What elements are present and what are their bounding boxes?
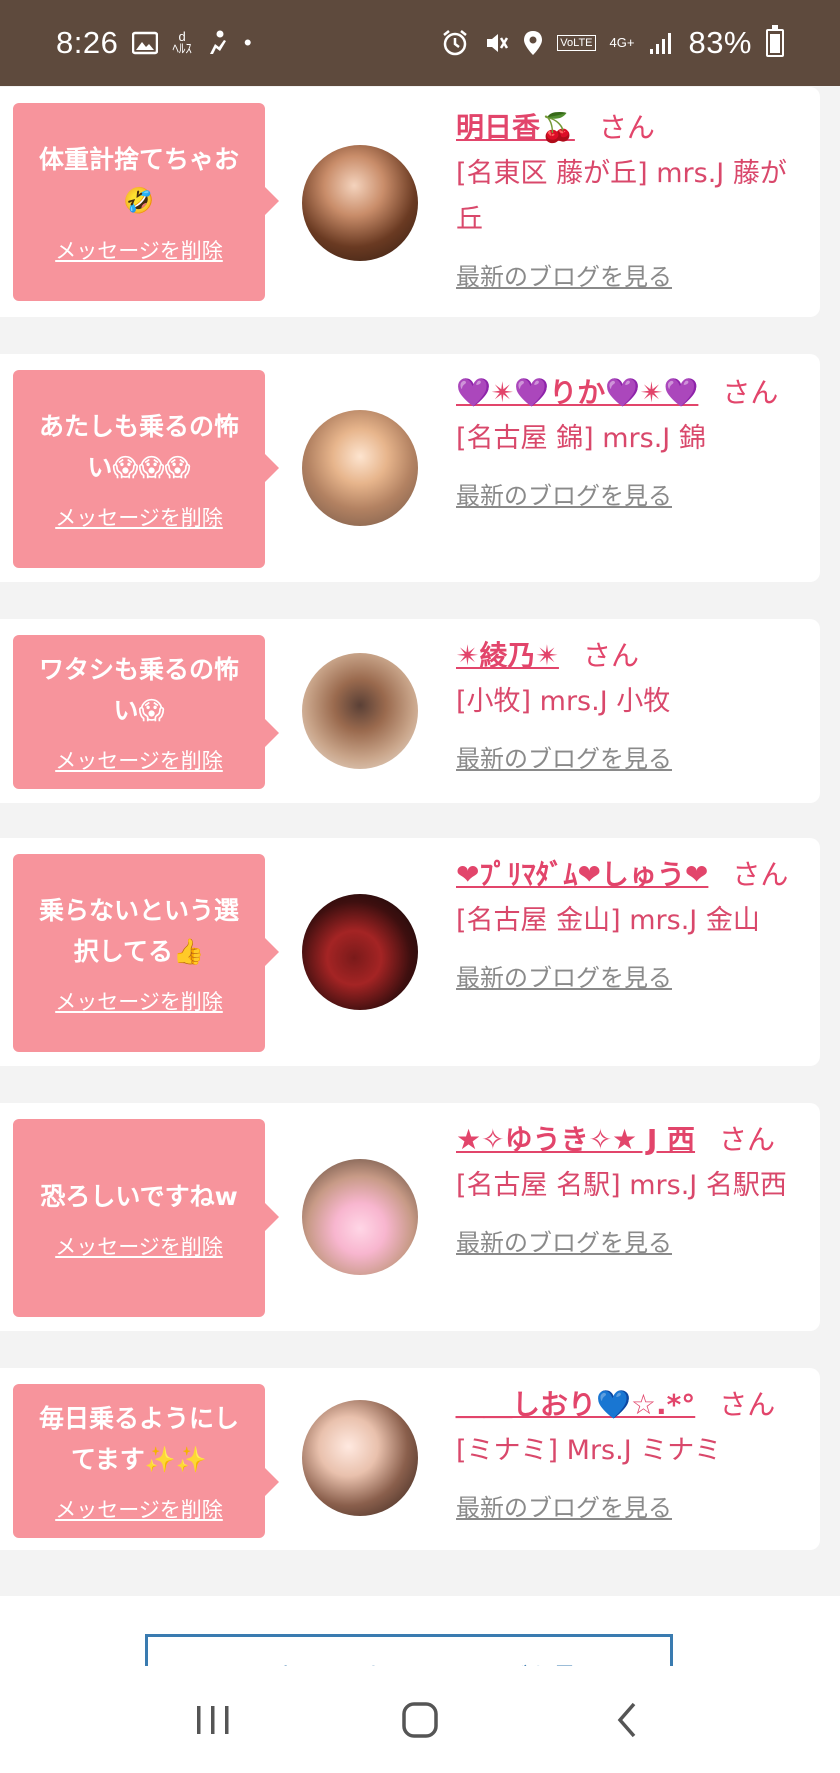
avatar[interactable] (302, 653, 418, 769)
notification-dot-icon: • (243, 30, 252, 55)
shop-label: [名古屋 名駅] mrs.J 名駅西 (456, 1170, 787, 1201)
status-bar-left: 8:26 d ﾍﾙｽ • (56, 25, 252, 61)
vibrate-mute-icon (483, 30, 509, 56)
honorific: さん (719, 1388, 776, 1421)
avatar[interactable] (302, 410, 418, 526)
shop-label: [名古屋 金山] mrs.J 金山 (456, 905, 760, 936)
alarm-icon (441, 29, 469, 57)
avatar[interactable] (302, 1159, 418, 1275)
profile-name-link[interactable]: ★✧ゆうき✧★ J 西 (456, 1123, 695, 1156)
profile-info: ❤ﾌﾟﾘﾏﾀﾞﾑ❤しゅう❤ さん [名古屋 金山] mrs.J 金山 最新のブログ… (456, 852, 808, 993)
list-item: 乗らないという選択してる👍 メッセージを削除 ❤ﾌﾟﾘﾏﾀﾞﾑ❤しゅう❤ さん [… (0, 838, 820, 1066)
message-text: あたしも乗るの怖い😱😱😱 (38, 412, 239, 482)
profile-name-link[interactable]: ✴綾乃✴ (456, 639, 559, 672)
honorific: さん (582, 639, 639, 672)
battery-icon (766, 25, 784, 57)
list-item: 体重計捨てちゃお🤣 メッセージを削除 明日香🍒 さん [名東区 藤が丘] mrs.… (0, 87, 820, 317)
honorific: さん (732, 858, 789, 891)
honorific: さん (722, 376, 779, 409)
volte-icon: VoLTE (557, 35, 596, 51)
avatar[interactable] (302, 894, 418, 1010)
profile-name-link[interactable]: 明日香🍒 (456, 111, 575, 144)
blog-link[interactable]: 最新のブログを見る (456, 958, 808, 993)
avatar[interactable] (302, 1400, 418, 1516)
delete-message-link[interactable]: メッセージを削除 (55, 235, 223, 265)
message-bubble: ワタシも乗るの怖い😱 メッセージを削除 (13, 635, 279, 789)
message-text: 体重計捨てちゃお🤣 (38, 145, 239, 215)
delete-message-link[interactable]: メッセージを削除 (55, 1231, 223, 1261)
blog-link[interactable]: 最新のブログを見る (456, 1488, 808, 1523)
message-list: 体重計捨てちゃお🤣 メッセージを削除 明日香🍒 さん [名東区 藤が丘] mrs.… (0, 86, 840, 1666)
profile-name-link[interactable]: ＿＿しおり💙☆.*° (456, 1388, 695, 1421)
status-bar: 8:26 d ﾍﾙｽ • VoLTE 4G+ 83% (0, 0, 840, 86)
profile-name-link[interactable]: 💜✴💜りか💜✴💜 (456, 376, 698, 409)
delete-message-link[interactable]: メッセージを削除 (55, 502, 223, 532)
message-bubble: 乗らないという選択してる👍 メッセージを削除 (13, 854, 279, 1052)
battery-percent: 83% (688, 25, 752, 60)
shop-label: [ミナミ] Mrs.J ミナミ (456, 1435, 722, 1466)
home-icon[interactable] (390, 1690, 450, 1750)
honorific: さん (719, 1123, 776, 1156)
recent-apps-icon[interactable] (183, 1690, 243, 1750)
clock: 8:26 (56, 25, 119, 60)
fitness-icon (206, 30, 230, 56)
signal-icon (648, 31, 674, 55)
profile-info: ★✧ゆうき✧★ J 西さん [名古屋 名駅] mrs.J 名駅西 最新のブログを… (456, 1117, 808, 1258)
message-bubble: あたしも乗るの怖い😱😱😱 メッセージを削除 (13, 370, 279, 568)
profile-info: ✴綾乃✴ さん [小牧] mrs.J 小牧 最新のブログを見る (456, 633, 808, 774)
location-icon (523, 30, 543, 56)
shop-label: [名東区 藤が丘] mrs.J 藤が丘 (456, 158, 787, 235)
blog-link[interactable]: 最新のブログを見る (456, 1223, 808, 1258)
d-app-icon: d ﾍﾙｽ (172, 29, 192, 56)
message-bubble: 体重計捨てちゃお🤣 メッセージを削除 (13, 103, 279, 301)
avatar[interactable] (302, 145, 418, 261)
message-bubble: 毎日乗るようにしてます✨✨ メッセージを削除 (13, 1384, 279, 1538)
profile-info: 💜✴💜りか💜✴💜 さん [名古屋 錦] mrs.J 錦 最新のブログを見る (456, 370, 808, 511)
blog-link[interactable]: 最新のブログを見る (456, 257, 808, 292)
honorific: さん (598, 111, 655, 144)
message-bubble: 恐ろしいですねw メッセージを削除 (13, 1119, 279, 1317)
list-item: あたしも乗るの怖い😱😱😱 メッセージを削除 💜✴💜りか💜✴💜 さん [名古屋 錦]… (0, 354, 820, 582)
shop-label: [小牧] mrs.J 小牧 (456, 686, 671, 717)
back-icon[interactable] (597, 1690, 657, 1750)
message-text: 恐ろしいですねw (40, 1181, 238, 1211)
ranking-button[interactable]: スーパーイイネのランキングを見る (145, 1634, 673, 1666)
list-item: 毎日乗るようにしてます✨✨ メッセージを削除 ＿＿しおり💙☆.*° さん [ミナミ… (0, 1368, 820, 1550)
blog-link[interactable]: 最新のブログを見る (456, 476, 808, 511)
list-item: ワタシも乗るの怖い😱 メッセージを削除 ✴綾乃✴ さん [小牧] mrs.J 小牧… (0, 619, 820, 803)
message-text: 乗らないという選択してる👍 (38, 896, 239, 966)
delete-message-link[interactable]: メッセージを削除 (55, 745, 223, 775)
profile-info: 明日香🍒 さん [名東区 藤が丘] mrs.J 藤が丘 最新のブログを見る (456, 105, 808, 292)
network-type-icon: 4G+ (609, 35, 635, 50)
blog-link[interactable]: 最新のブログを見る (456, 739, 808, 774)
profile-info: ＿＿しおり💙☆.*° さん [ミナミ] Mrs.J ミナミ 最新のブログを見る (456, 1382, 808, 1523)
list-item: 恐ろしいですねw メッセージを削除 ★✧ゆうき✧★ J 西さん [名古屋 名駅]… (0, 1103, 820, 1331)
delete-message-link[interactable]: メッセージを削除 (55, 1494, 223, 1524)
message-text: 毎日乗るようにしてます✨✨ (38, 1404, 239, 1474)
navigation-bar (0, 1666, 840, 1773)
message-text: ワタシも乗るの怖い😱 (38, 655, 239, 725)
delete-message-link[interactable]: メッセージを削除 (55, 986, 223, 1016)
gallery-icon (132, 31, 159, 55)
shop-label: [名古屋 錦] mrs.J 錦 (456, 423, 706, 454)
status-bar-right: VoLTE 4G+ 83% (441, 25, 784, 61)
profile-name-link[interactable]: ❤ﾌﾟﾘﾏﾀﾞﾑ❤しゅう❤ (456, 858, 708, 891)
